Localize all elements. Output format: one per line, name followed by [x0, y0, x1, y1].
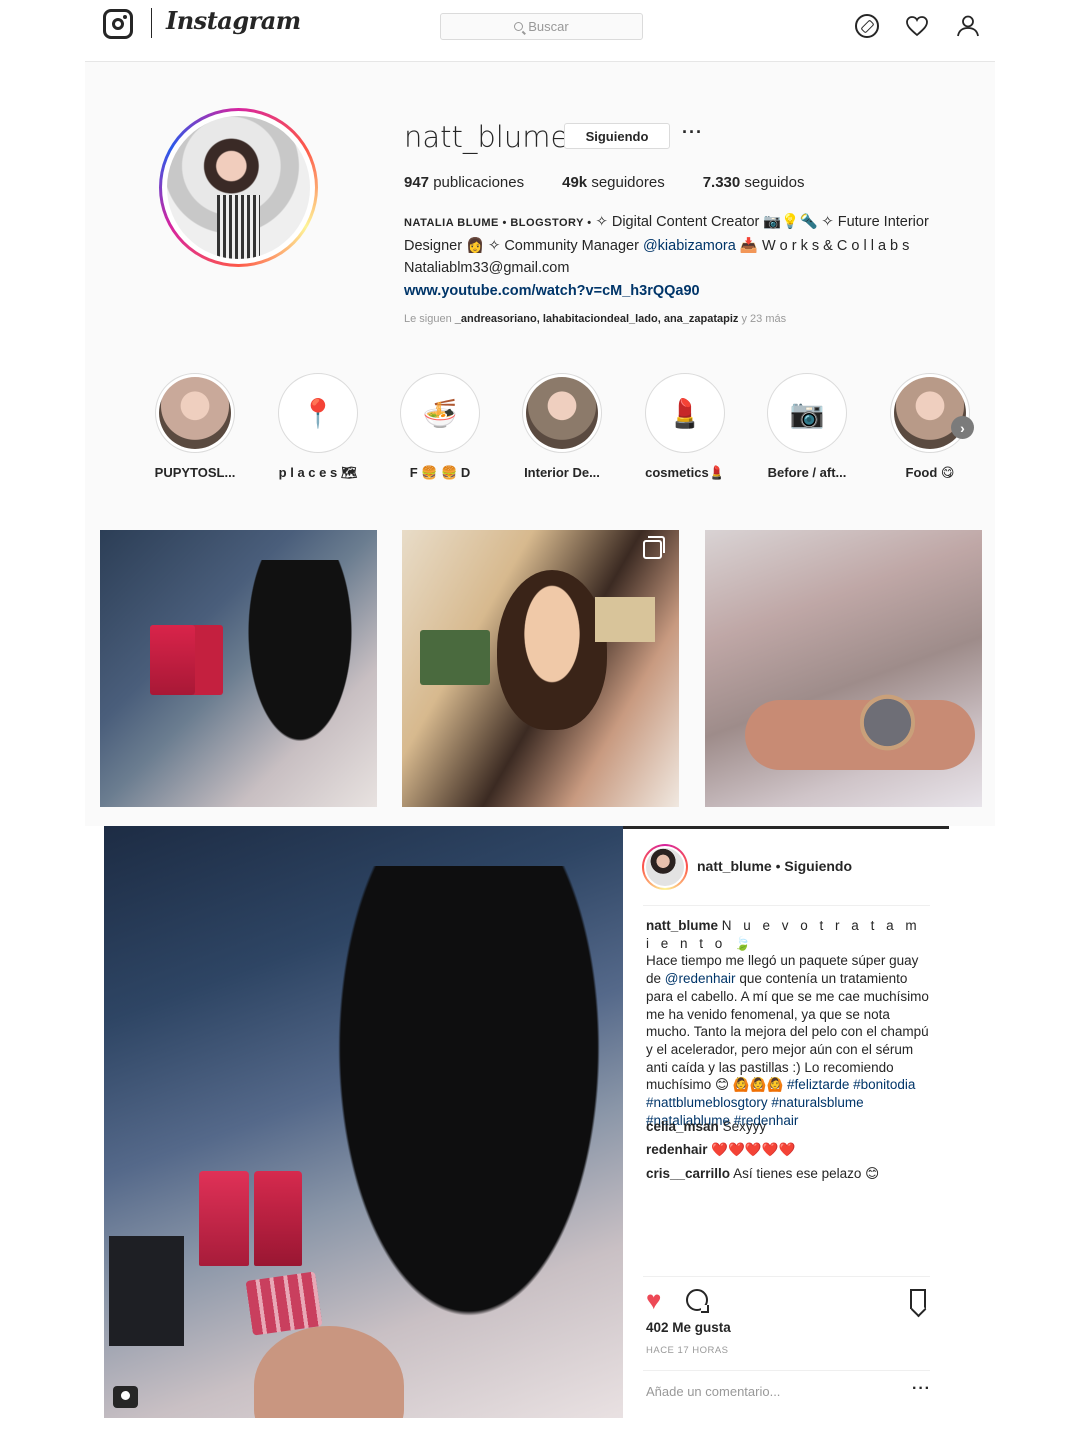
user-icon[interactable] — [956, 14, 980, 38]
highlight-label: F 🍔 🍔 D — [409, 465, 471, 480]
bio-email: Nataliablm33@gmail.com — [404, 260, 570, 276]
story-highlight[interactable]: 🍜 F 🍔 🍔 D — [380, 373, 500, 481]
search-icon — [514, 22, 524, 31]
more-options-icon[interactable]: ··· — [912, 1380, 931, 1398]
following-stat[interactable]: 7.330 seguidos — [703, 174, 805, 191]
couple-photo — [159, 377, 231, 449]
caption-text-2: que contenía un tratamiento para el cabe… — [646, 971, 929, 1093]
comment-icon[interactable] — [686, 1289, 709, 1313]
divider — [643, 905, 930, 906]
camera-instax-icon: 📷 — [771, 377, 843, 449]
highlight-label: p l a c e s 🗺 — [278, 465, 358, 480]
top-nav: Instagram Buscar — [0, 0, 1080, 61]
bio-mention-link[interactable]: @kiabizamora — [643, 238, 736, 254]
divider — [643, 1370, 930, 1371]
post-caption: natt_blume N u e v o t r a t a m i e n t… — [646, 917, 931, 1129]
post-timestamp: HACE 17 HORAS — [646, 1345, 729, 1356]
chevron-right-icon[interactable]: › — [951, 416, 974, 439]
comment: celia_msan Sexyyy — [646, 1119, 767, 1134]
carousel-icon — [643, 536, 665, 559]
post-thumbnail[interactable] — [705, 530, 982, 807]
profile-stats: 947 publicaciones 49k seguidores 7.330 s… — [404, 174, 804, 191]
highlight-label: cosmetics💄 — [645, 465, 725, 480]
likes-count[interactable]: 402 Me gusta — [646, 1320, 731, 1335]
profile-username: natt_blume — [404, 120, 569, 154]
caption-user[interactable]: natt_blume — [646, 918, 718, 933]
bookmark-icon[interactable] — [910, 1289, 926, 1309]
tagged-users-icon[interactable] — [113, 1386, 138, 1408]
followed-by[interactable]: Le siguen _andreasoriano, lahabitacionde… — [404, 313, 786, 325]
followers-stat[interactable]: 49k seguidores — [562, 174, 665, 191]
noodle-bowl-icon: 🍜 — [404, 377, 476, 449]
location-pin-icon: 📍 — [282, 377, 354, 449]
story-highlight[interactable]: PUPYTOSL... — [135, 373, 255, 480]
heart-icon[interactable]: ♥ — [646, 1287, 661, 1313]
caption-mention[interactable]: @redenhair — [665, 971, 736, 986]
story-highlight[interactable]: 📷 Before / aft... — [747, 373, 867, 480]
highlight-label: Before / aft... — [767, 465, 847, 480]
divider — [643, 1276, 930, 1277]
heart-icon[interactable] — [905, 14, 929, 38]
post-header: natt_blume • Siguiendo — [697, 858, 853, 874]
post-thumbnail[interactable] — [100, 530, 377, 807]
comment: cris__carrillo Así tienes ese pelazo 😊 — [646, 1166, 880, 1181]
highlight-label: PUPYTOSL... — [154, 465, 236, 480]
story-highlights: PUPYTOSL... 📍 p l a c e s 🗺 🍜 F 🍔 🍔 D Interio… — [135, 373, 970, 483]
post-actions: ♥ — [646, 1287, 930, 1317]
compass-icon[interactable] — [855, 14, 879, 38]
post-author-avatar[interactable] — [642, 844, 688, 890]
bio-text-tail: 📥 W o r k s & C o l l a b s — [739, 237, 910, 254]
profile-bio: NATALIA BLUME • BLOGSTORY • ✧ Digital Co… — [404, 211, 949, 302]
story-highlight[interactable]: 📍 p l a c e s 🗺 — [258, 373, 378, 481]
search-input[interactable]: Buscar — [440, 13, 643, 40]
highlight-label: Food 😋 — [905, 465, 955, 480]
posts-stat: 947 publicaciones — [404, 174, 525, 191]
following-button[interactable]: Siguiendo — [564, 123, 670, 149]
search-placeholder: Buscar — [528, 19, 569, 34]
comment: redenhair ❤️❤️❤️❤️❤️ — [646, 1142, 796, 1157]
post-author[interactable]: natt_blume — [697, 858, 772, 874]
nav-divider — [151, 8, 152, 38]
bio-website-link[interactable]: www.youtube.com/watch?v=cM_h3rQQa90 — [404, 280, 949, 303]
post-thumbnail[interactable] — [402, 530, 679, 807]
comment-input[interactable]: Añade un comentario... — [646, 1384, 780, 1399]
post-follow-state[interactable]: Siguiendo — [784, 858, 852, 874]
highlight-label: Interior De... — [524, 465, 600, 480]
profile-avatar[interactable] — [159, 108, 318, 267]
interior-photo — [526, 377, 598, 449]
post-image[interactable] — [104, 826, 623, 1418]
lipstick-icon: 💄 — [649, 377, 721, 449]
selfie-photo — [894, 377, 966, 449]
bio-name: NATALIA BLUME • BLOGSTORY • — [404, 217, 592, 229]
instagram-wordmark[interactable]: Instagram — [166, 6, 301, 35]
more-options-icon[interactable]: ··· — [682, 122, 703, 143]
story-highlight[interactable]: Interior De... — [502, 373, 622, 480]
story-highlight[interactable]: 💄 cosmetics💄 — [625, 373, 745, 481]
instagram-camera-icon[interactable] — [103, 9, 133, 39]
avatar-photo — [167, 116, 310, 259]
